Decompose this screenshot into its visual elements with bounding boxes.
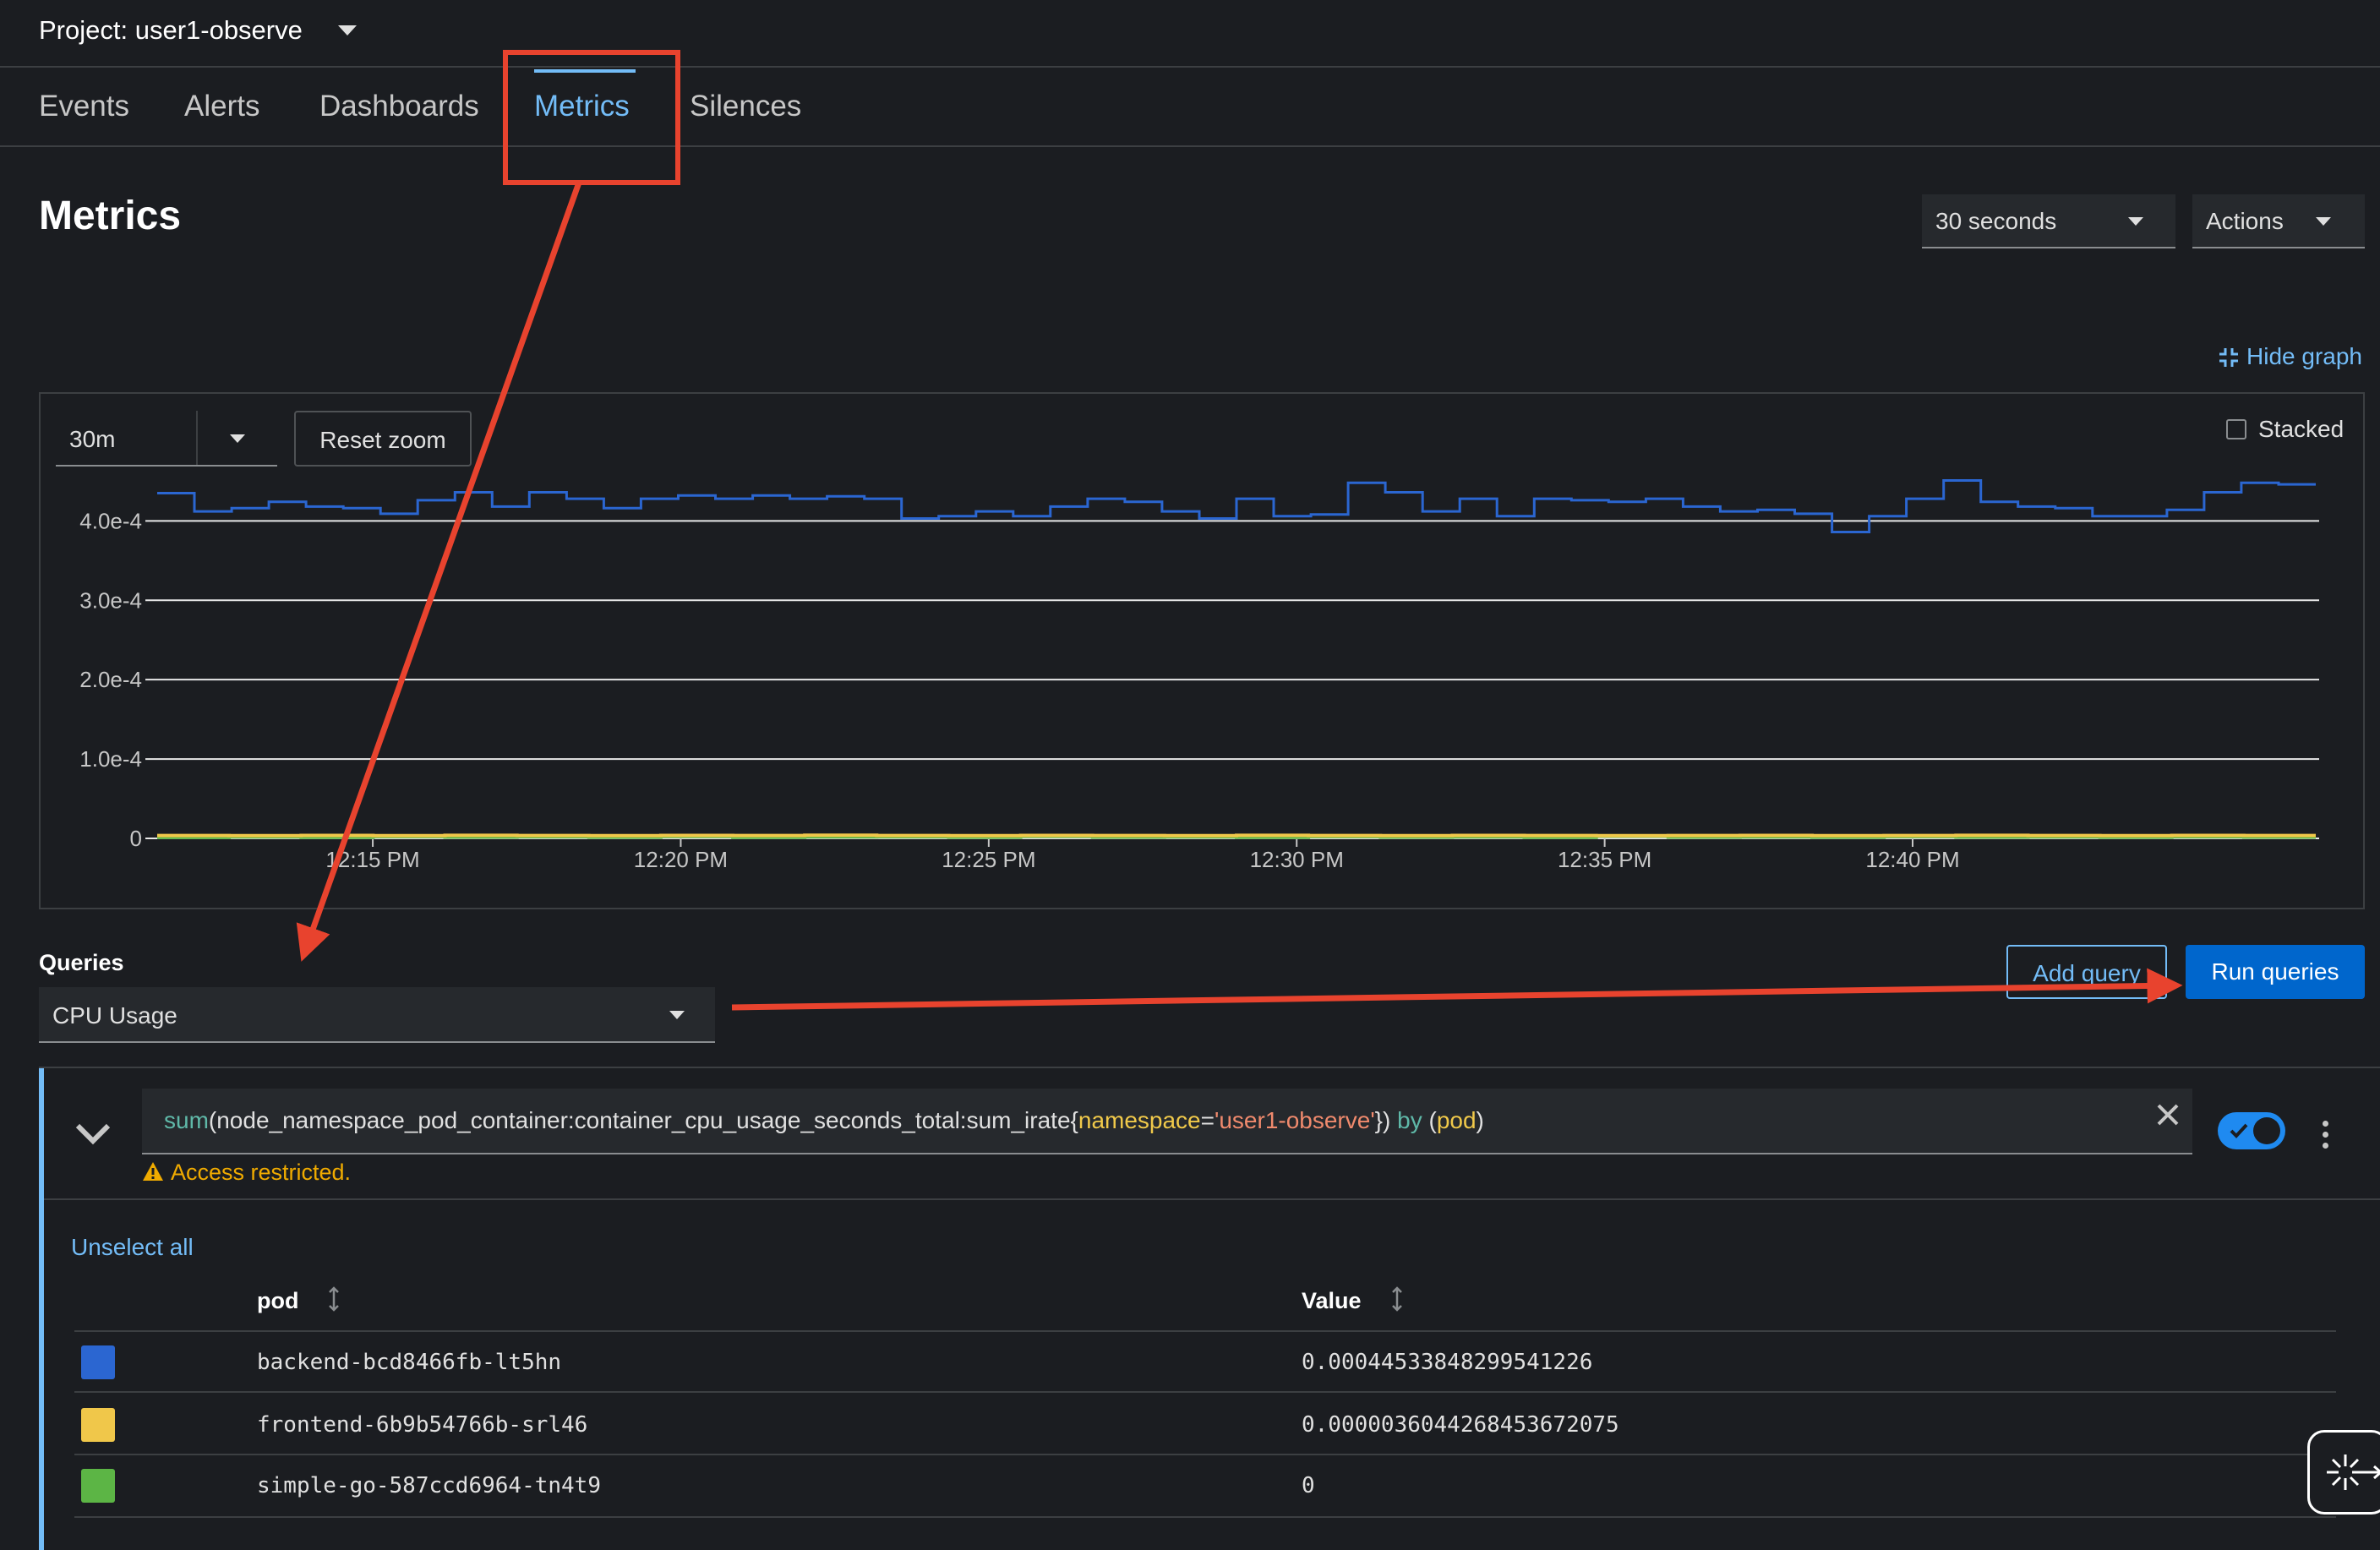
series-color-swatch[interactable] [81,1408,115,1442]
check-icon [2230,1123,2248,1138]
query-by-keyword: by [1397,1107,1422,1133]
table-row-divider [74,1391,2336,1393]
stacked-label: Stacked [2258,416,2345,442]
query-by-open: ( [1422,1107,1437,1133]
reset-zoom-label: Reset zoom [319,427,446,453]
floating-assistant-button[interactable] [2307,1430,2380,1515]
kebab-menu-icon[interactable] [2319,1121,2331,1149]
query-label-key: namespace [1078,1107,1201,1133]
series-line [157,833,2316,838]
time-range-dropdown[interactable]: 30m [56,411,277,467]
hide-graph-link[interactable]: Hide graph [2246,343,2362,370]
query-divider [44,1198,2380,1200]
actions-label: Actions [2206,208,2284,234]
chevron-down-icon[interactable] [74,1121,112,1146]
metrics-line-chart[interactable]: 0 1.0e-4 2.0e-4 3.0e-4 4.0e-4 12:15 PM 12:20 P… [39,473,2365,904]
table-cell-value: 0.000003604426845367207​5 [1302,1412,1619,1438]
query-fn: sum [164,1107,209,1133]
unselect-all-link[interactable]: Unselect all [71,1234,194,1261]
x-tick-label: 12:15 PM [325,847,419,872]
query-eq: = [1200,1107,1215,1133]
tab-events[interactable]: Events [39,90,129,123]
add-query-label: Add query [2033,960,2141,986]
spark-icon [2327,1454,2380,1490]
sort-icon[interactable] [1391,1286,1403,1312]
stacked-checkbox[interactable] [2226,419,2246,439]
annotation-arrow [731,968,2183,1011]
clear-query-icon[interactable] [2155,1102,2181,1127]
actions-caret-icon [2316,217,2331,226]
reset-zoom-button[interactable]: Reset zoom [294,411,472,467]
table-cell-pod: frontend-6b9b54766b-srl46 [257,1412,588,1438]
promql-expression: sum(node_namespace_pod_container:contain… [164,1107,1484,1134]
table-cell-value: 0.00044533848299541226 [1302,1350,1593,1375]
tab-metrics[interactable]: Metrics [534,90,630,123]
x-tick-label: 12:40 PM [1865,847,1959,872]
query-by-close: ) [1476,1107,1484,1133]
query-preset-value: CPU Usage [52,1002,177,1029]
tab-dashboards[interactable]: Dashboards [319,90,479,123]
y-tick-label: 2.0e-4 [79,667,142,692]
promql-query-input[interactable]: sum(node_namespace_pod_container:contain… [142,1089,2192,1154]
dropdown-divider [196,411,198,465]
tab-alerts[interactable]: Alerts [184,90,259,123]
refresh-interval-dropdown[interactable]: 30 seconds [1922,194,2175,248]
table-row-divider [74,1454,2336,1455]
tab-bar: Events Alerts Dashboards Metrics Silence… [0,69,2380,147]
tab-silences[interactable]: Silences [690,90,801,123]
access-restricted-warning: Access restricted. [171,1160,352,1185]
column-header-value[interactable]: Value [1302,1288,1362,1314]
toggle-knob [2253,1117,2280,1144]
series-line [157,479,2316,533]
table-cell-value: 0 [1302,1473,1315,1498]
warning-icon [143,1162,163,1181]
table-header-divider [74,1330,2336,1332]
y-tick-label: 4.0e-4 [79,508,142,533]
run-queries-label: Run queries [2211,958,2339,985]
sort-icon[interactable] [328,1286,340,1312]
series-color-swatch[interactable] [81,1469,115,1503]
x-tick-label: 12:25 PM [942,847,1035,872]
y-tick-label: 3.0e-4 [79,587,142,613]
table-cell-pod: backend-bcd8466fb-lt5hn [257,1350,562,1375]
time-range-caret-icon [230,434,245,443]
y-tick-label: 0 [130,826,142,851]
y-tick-label: 1.0e-4 [79,746,142,772]
x-tick-label: 12:30 PM [1250,847,1344,872]
query-close: }) [1374,1107,1398,1133]
run-queries-button[interactable]: Run queries [2186,945,2365,999]
query-metric: (node_namespace_pod_container:container_… [208,1107,1078,1133]
series-color-swatch[interactable] [81,1345,115,1379]
x-tick-label: 12:20 PM [634,847,728,872]
queries-heading: Queries [39,950,124,975]
active-tab-indicator [534,69,636,73]
page-title: Metrics [39,194,182,238]
query-preset-dropdown[interactable]: CPU Usage [39,987,715,1043]
project-bar [0,0,2380,68]
query-preset-caret-icon [669,1011,685,1019]
compress-icon[interactable] [2218,347,2240,368]
actions-dropdown[interactable]: Actions [2192,194,2365,248]
query-enable-toggle[interactable] [2218,1112,2285,1149]
project-selector-label[interactable]: Project: user1-observe [39,15,303,46]
add-query-button[interactable]: Add query [2006,945,2167,999]
refresh-interval-caret-icon [2128,217,2143,226]
time-range-value: 30m [69,426,116,452]
table-cell-pod: simple-go-587ccd6964-tn4t9 [257,1473,601,1498]
refresh-interval-value: 30 seconds [1935,208,2057,234]
x-tick-label: 12:35 PM [1558,847,1651,872]
query-by-label: pod [1436,1107,1477,1133]
column-header-pod[interactable]: pod [257,1288,298,1314]
project-dropdown-caret-icon[interactable] [338,25,357,35]
query-label-value: 'user1-observe' [1215,1107,1375,1133]
table-row-divider [74,1516,2336,1518]
